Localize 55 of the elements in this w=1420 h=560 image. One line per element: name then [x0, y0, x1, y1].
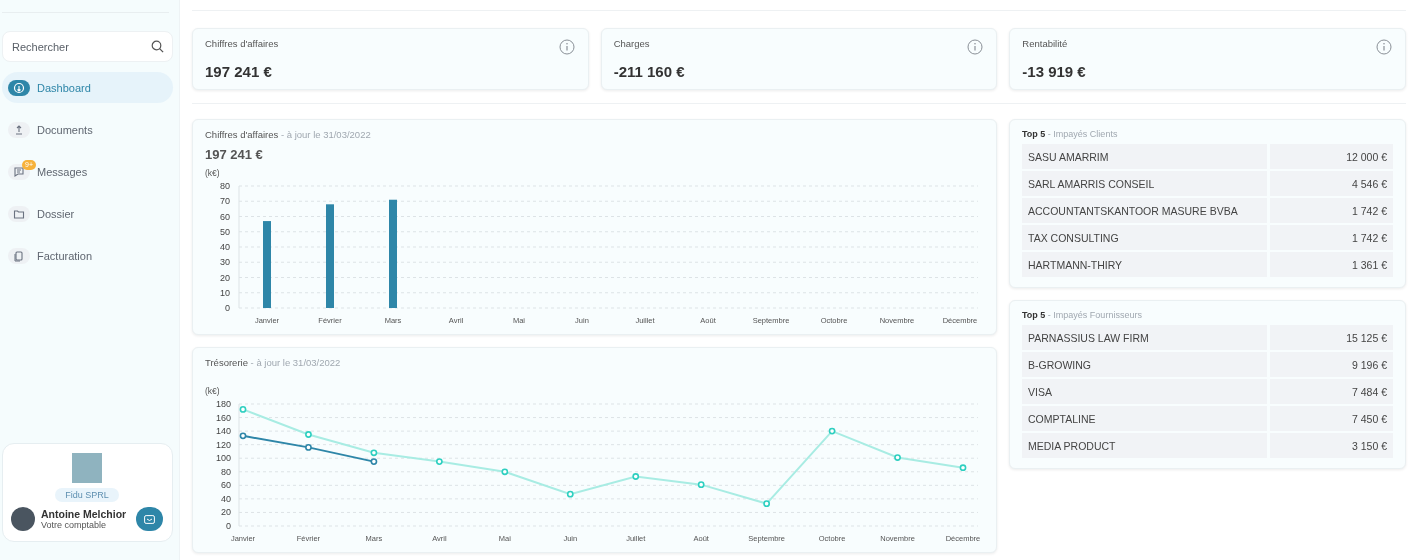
table-title: Top 5 - Impayés Fournisseurs	[1022, 310, 1143, 320]
axis-unit: (k€)	[205, 386, 220, 396]
accountant-name: Antoine Melchior	[41, 508, 128, 520]
axis-unit: (k€)	[205, 168, 220, 178]
y-tick: 70	[220, 196, 230, 207]
y-tick: 0	[225, 303, 230, 313]
y-tick: 80	[220, 181, 230, 191]
chart-title: Trésorerie - à jour le 31/03/2022	[205, 357, 342, 368]
table-cell: VISA	[1022, 379, 1267, 404]
chart-title: Chiffres d'affaires - à jour le 31/03/2022	[205, 129, 372, 140]
y-tick: 140	[215, 426, 231, 437]
table-cell: 7 484 €	[1270, 379, 1393, 404]
table-cell: COMPTALINE	[1022, 406, 1267, 431]
y-tick: 0	[226, 521, 231, 531]
y-tick: 40	[221, 493, 231, 504]
table-cell: ACCOUNTANTSKANTOOR MASURE BVBA	[1022, 198, 1267, 223]
table-cell: 1 361 €	[1270, 252, 1393, 277]
kpi-label: Charges	[613, 38, 650, 49]
table-cell: PARNASSIUS LAW FIRM	[1022, 325, 1267, 350]
y-tick: 20	[221, 507, 231, 518]
y-tick: 60	[220, 211, 230, 222]
kpi-value: -211 160 €	[613, 63, 686, 80]
table-title: Top 5 - Impayés Clients	[1022, 129, 1119, 139]
kpi-value: 197 241 €	[205, 63, 273, 80]
y-tick: 160	[215, 412, 231, 423]
table-cell: 9 196 €	[1270, 352, 1393, 377]
y-tick: 100	[215, 453, 231, 464]
table-cell: SARL AMARRIS CONSEIL	[1022, 171, 1267, 196]
y-tick: 40	[220, 242, 230, 252]
table-cell: 3 150 €	[1270, 433, 1393, 458]
table-cell: 1 742 €	[1270, 198, 1393, 223]
table-cell: MEDIA PRODUCT	[1022, 433, 1267, 458]
kpi-label: Rentabilité	[1022, 38, 1068, 49]
table-cell: 1 742 €	[1270, 225, 1393, 250]
table-cell: B-GROWING	[1022, 352, 1267, 377]
y-tick: 10	[220, 287, 230, 298]
kpi-value: -13 919 €	[1022, 63, 1087, 80]
chart-total: 197 241 €	[205, 147, 264, 162]
y-tick: 180	[215, 399, 231, 409]
table-cell: TAX CONSULTING	[1022, 225, 1267, 250]
y-tick: 50	[220, 226, 230, 237]
accountant-role: Votre comptable	[41, 520, 108, 530]
table-cell: HARTMANN-THIRY	[1022, 252, 1267, 277]
table-cell: 7 450 €	[1270, 406, 1393, 431]
y-tick: 30	[220, 257, 230, 268]
table-cell: SASU AMARRIM	[1022, 144, 1267, 169]
y-tick: 120	[215, 439, 231, 450]
kpi-label: Chiffres d'affaires	[205, 38, 279, 49]
y-tick: 60	[221, 480, 231, 491]
table-cell: 15 125 €	[1270, 325, 1393, 350]
y-tick: 80	[221, 466, 231, 477]
y-tick: 20	[220, 272, 230, 283]
table-cell: 4 546 €	[1270, 171, 1393, 196]
company-tag: Fidu SPRL	[55, 488, 119, 502]
table-cell: 12 000 €	[1270, 144, 1393, 169]
